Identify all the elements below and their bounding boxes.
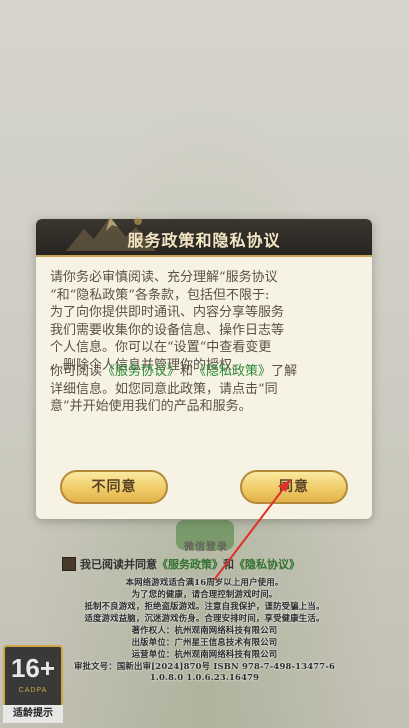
dialog-title: 服务政策和隐私协议 [127,231,281,250]
policy-paragraph: 请你务必审慎阅读、充分理解“服务协议 “和“隐私政策“各条款，包括但不限于: 为… [50,269,360,374]
consent-line-3: 意”并开始使用我们的产品和服务。 [50,399,252,414]
consent-line-2: 详细信息。如您同意此政策，请点击“同 [50,381,278,397]
policy-line: 我们需要收集你的设备信息、操作日志等 [50,322,285,338]
policy-line: 个人信息。你可以在“设置“中查看变更 [50,340,272,355]
dialog-header: 服务政策和隐私协议 [36,217,372,257]
disagree-button[interactable]: 不同意 [60,470,168,504]
agree-button[interactable]: 同意 [240,470,348,504]
consent-and: 和 [180,364,194,379]
policy-line: “和“隐私政策“各条款，包括但不限于: [50,287,270,303]
consent-end: 了解 [271,364,298,379]
service-agreement-link[interactable]: 《服务协议》 [102,364,180,379]
consent-lead: 你可阅读 [50,364,103,379]
policy-line: 为了向你提供即时通讯、内容分享等服务 [50,305,285,320]
privacy-policy-link[interactable]: 《隐私政策》 [193,364,271,379]
header-divider [36,255,372,257]
policy-line: 请你务必审慎阅读、充分理解“服务协议 [50,270,278,285]
privacy-dialog: 服务政策和隐私协议 请你务必审慎阅读、充分理解“服务协议 “和“隐私政策“各条款… [36,217,372,519]
consent-paragraph: 你可阅读《服务协议》和《隐私政策》了解 详细信息。如您同意此政策，请点击“同 意… [50,363,360,416]
consent-line-1: 你可阅读《服务协议》和《隐私政策》了解 [50,363,360,381]
dialog-body: 请你务必审慎阅读、充分理解“服务协议 “和“隐私政策“各条款，包括但不限于: 为… [50,261,360,451]
